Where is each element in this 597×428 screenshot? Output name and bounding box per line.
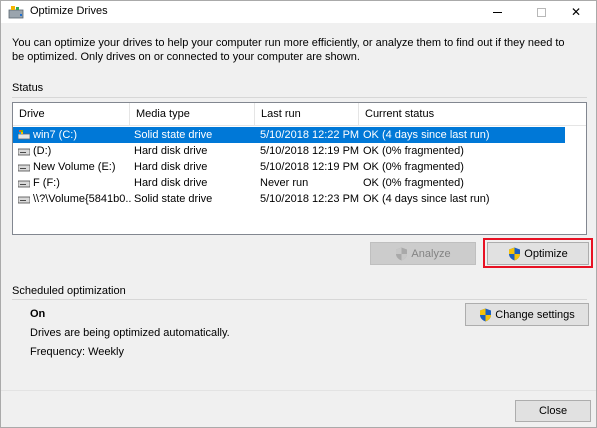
schedule-state: On xyxy=(30,308,46,320)
maximize-icon xyxy=(536,7,546,17)
column-header-drive[interactable]: Drive xyxy=(13,103,130,126)
status-divider xyxy=(12,97,587,98)
drive-last-run: 5/10/2018 12:19 PM xyxy=(260,145,360,157)
drive-current-status: OK (0% fragmented) xyxy=(363,145,464,157)
column-header-media-type[interactable]: Media type xyxy=(130,103,255,126)
optimize-button[interactable]: Optimize xyxy=(487,242,589,265)
footer-divider xyxy=(1,390,596,391)
status-section-label: Status xyxy=(12,82,44,94)
close-button-label: Close xyxy=(538,405,568,417)
drive-name: F (F:) xyxy=(33,177,60,189)
system-drive-icon xyxy=(18,130,30,140)
drive-media-type: Solid state drive xyxy=(134,129,213,141)
drive-row[interactable]: \\?\Volume{5841b0... Solid state drive 5… xyxy=(13,191,565,207)
uac-shield-icon xyxy=(396,247,408,260)
drive-row[interactable]: (D:) Hard disk drive 5/10/2018 12:19 PM … xyxy=(13,143,565,159)
optimize-drives-window: Optimize Drives ✕ You can optimize your … xyxy=(0,0,597,428)
scheduled-divider xyxy=(12,299,587,300)
intro-text: You can optimize your drives to help you… xyxy=(12,37,565,63)
drive-name: New Volume (E:) xyxy=(33,161,116,173)
drive-current-status: OK (4 days since last run) xyxy=(363,129,490,141)
minimize-button[interactable] xyxy=(477,1,517,23)
uac-shield-icon xyxy=(480,308,492,321)
drive-current-status: OK (0% fragmented) xyxy=(363,177,464,189)
minimize-icon xyxy=(492,11,502,13)
optimize-drives-app-icon xyxy=(8,6,24,19)
drive-media-type: Hard disk drive xyxy=(134,145,208,157)
drive-current-status: OK (0% fragmented) xyxy=(363,161,464,173)
uac-shield-icon xyxy=(509,247,521,260)
drive-name: win7 (C:) xyxy=(33,129,78,141)
schedule-frequency: Frequency: Weekly xyxy=(30,346,124,358)
analyze-button-label: Analyze xyxy=(411,247,451,260)
drive-media-type: Solid state drive xyxy=(134,193,213,205)
change-settings-label: Change settings xyxy=(495,308,575,321)
drive-last-run: 5/10/2018 12:22 PM xyxy=(260,129,360,141)
drive-last-run: 5/10/2018 12:19 PM xyxy=(260,161,360,173)
drive-media-type: Hard disk drive xyxy=(134,177,208,189)
drive-icon xyxy=(18,180,30,188)
drive-media-type: Hard disk drive xyxy=(134,161,208,173)
scheduled-section-label: Scheduled optimization xyxy=(12,285,126,297)
drive-row[interactable]: F (F:) Hard disk drive Never run OK (0% … xyxy=(13,175,565,191)
drive-row[interactable]: win7 (C:) Solid state drive 5/10/2018 12… xyxy=(13,127,565,143)
close-icon: ✕ xyxy=(570,5,582,19)
drive-name: \\?\Volume{5841b0... xyxy=(33,193,131,205)
maximize-button[interactable] xyxy=(521,1,561,23)
drive-last-run: Never run xyxy=(260,177,309,189)
drive-icon xyxy=(18,164,30,172)
title-bar[interactable]: Optimize Drives ✕ xyxy=(1,1,596,23)
drives-list-header: Drive Media type Last run Current status xyxy=(13,103,586,126)
drive-row[interactable]: New Volume (E:) Hard disk drive 5/10/201… xyxy=(13,159,565,175)
drive-name: (D:) xyxy=(33,145,52,157)
drive-icon xyxy=(18,196,30,204)
drive-last-run: 5/10/2018 12:23 PM xyxy=(260,193,360,205)
close-window-button[interactable]: ✕ xyxy=(556,1,596,23)
analyze-button[interactable]: Analyze xyxy=(370,242,476,265)
schedule-description: Drives are being optimized automatically… xyxy=(30,327,230,339)
drive-current-status: OK (4 days since last run) xyxy=(363,193,490,205)
optimize-button-label: Optimize xyxy=(524,247,568,260)
column-header-last-run[interactable]: Last run xyxy=(255,103,359,126)
column-header-current-status[interactable]: Current status xyxy=(359,103,586,126)
drive-icon xyxy=(18,148,30,156)
change-settings-button[interactable]: Change settings xyxy=(465,303,589,326)
drives-list[interactable]: Drive Media type Last run Current status… xyxy=(12,102,587,235)
close-button[interactable]: Close xyxy=(515,400,591,422)
window-title: Optimize Drives xyxy=(30,5,108,17)
